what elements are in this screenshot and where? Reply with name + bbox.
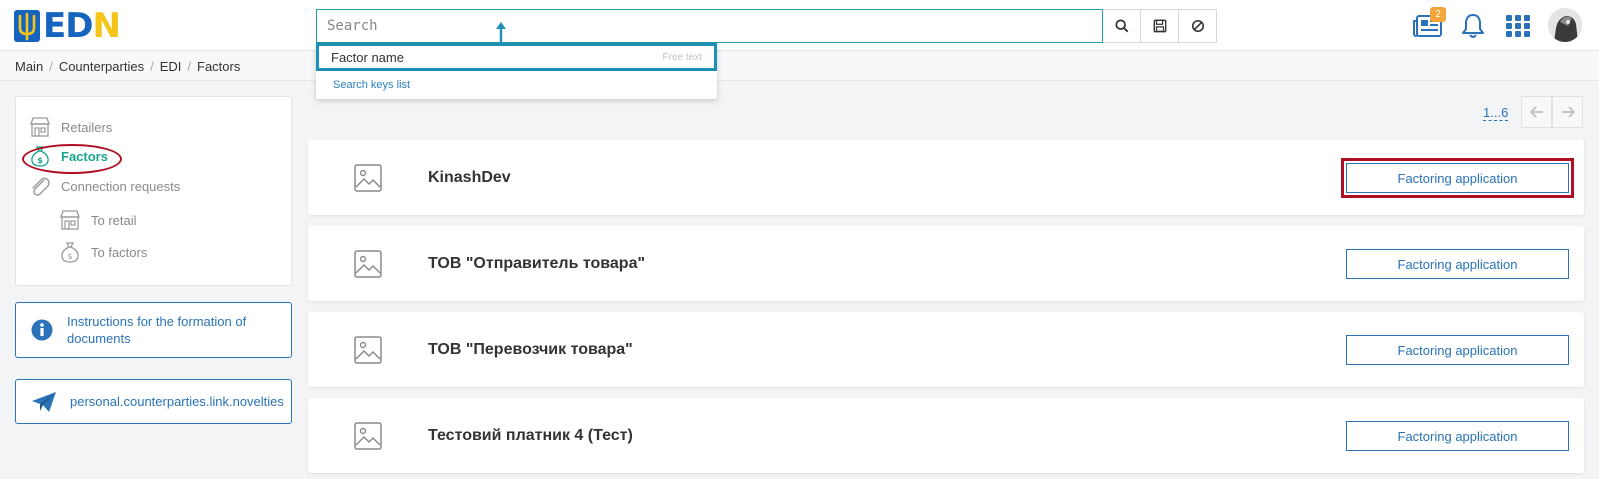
breadcrumb-separator: / — [150, 59, 154, 74]
sidebar-item-label: Connection requests — [61, 178, 181, 194]
factor-name: ТОВ "Отправитель товара" — [428, 254, 646, 272]
factor-name: ТОВ "Перевозчик товара" — [428, 340, 633, 358]
instructions-link[interactable]: Instructions for the formation of docume… — [15, 302, 292, 358]
store-icon — [60, 210, 80, 230]
notifications-badge: 2 — [1430, 7, 1446, 22]
button-highlight — [1341, 158, 1574, 198]
search-suggestion-factor-name[interactable]: Factor name Free text — [316, 43, 717, 71]
search-suggestions-dropdown: Factor name Free text Search keys list — [316, 43, 717, 99]
clear-search-button[interactable] — [1179, 9, 1217, 43]
sidebar-item-label: To factors — [91, 244, 148, 260]
factor-card: ТОВ "Отправитель товара" Factoring appli… — [308, 226, 1584, 301]
factoring-application-button[interactable]: Factoring application — [1346, 249, 1569, 279]
active-item-highlight — [22, 144, 122, 174]
breadcrumb-factors: Factors — [197, 59, 241, 74]
paper-plane-icon — [32, 391, 56, 412]
sidebar-item-retailers[interactable]: Retailers — [29, 116, 112, 138]
search-button[interactable] — [1103, 9, 1141, 43]
novelties-link[interactable]: personal.counterparties.link.novelties — [15, 379, 292, 424]
breadcrumb-edi[interactable]: EDI — [160, 59, 182, 74]
breadcrumb-main[interactable]: Main — [15, 59, 43, 74]
logo-text: EDN — [43, 6, 121, 46]
save-search-button[interactable] — [1141, 9, 1179, 43]
next-page-button[interactable] — [1552, 96, 1583, 128]
search-icon — [1114, 19, 1128, 33]
factor-card: Тестовий платник 4 (Тест) Factoring appl… — [308, 398, 1584, 473]
suggestion-label: Factor name — [331, 49, 404, 65]
arrow-right-icon — [1561, 106, 1575, 118]
trident-icon — [14, 10, 40, 42]
factor-name: Тестовий платник 4 (Тест) — [428, 426, 633, 444]
search-bar — [316, 9, 1217, 43]
avatar[interactable] — [1548, 8, 1582, 42]
factor-card: KinashDev Factoring application — [308, 140, 1584, 215]
ban-icon — [1191, 19, 1204, 33]
image-placeholder-icon — [354, 336, 382, 364]
user-avatar-icon — [1548, 8, 1582, 42]
sidebar-menu: Retailers $ Factors Connection requests … — [15, 96, 292, 286]
money-bag-icon: $ — [61, 242, 79, 263]
novelties-text: personal.counterparties.link.novelties — [70, 394, 284, 409]
prev-page-button[interactable] — [1521, 96, 1552, 128]
image-placeholder-icon — [354, 164, 382, 192]
factor-name: KinashDev — [428, 168, 511, 186]
svg-text:$: $ — [67, 252, 72, 261]
factoring-application-button[interactable]: Factoring application — [1346, 421, 1569, 451]
sidebar-item-to-factors[interactable]: $ To factors — [59, 241, 147, 263]
top-header: EDN 2 — [0, 0, 1599, 51]
breadcrumb-separator: / — [49, 59, 53, 74]
image-placeholder-icon — [354, 422, 382, 450]
sidebar-item-connection-requests[interactable]: Connection requests — [29, 175, 180, 197]
breadcrumb: Main / Counterparties / EDI / Factors — [15, 59, 240, 74]
instructions-text: Instructions for the formation of docume… — [67, 314, 247, 346]
breadcrumb-separator: / — [187, 59, 192, 74]
bell-icon[interactable] — [1461, 13, 1485, 39]
suggestion-hint: Free text — [662, 51, 702, 63]
breadcrumb-counterparties[interactable]: Counterparties — [59, 59, 144, 74]
search-input[interactable] — [316, 9, 1103, 43]
floppy-disk-icon — [1153, 19, 1166, 33]
paperclip-icon — [32, 177, 50, 196]
sidebar-item-to-retail[interactable]: To retail — [59, 209, 137, 231]
arrow-left-icon — [1529, 106, 1543, 118]
sidebar-item-label: Retailers — [61, 119, 113, 135]
apps-grid-icon[interactable] — [1506, 15, 1530, 37]
search-keys-list-link[interactable]: Search keys list — [333, 79, 410, 91]
arrow-up-icon — [496, 22, 506, 44]
pagination-range[interactable]: 1...6 — [1483, 105, 1509, 121]
edin-logo[interactable]: EDN — [14, 6, 121, 46]
breadcrumb-bar: Main / Counterparties / EDI / Factors — [0, 51, 1599, 81]
factor-card: ТОВ "Перевозчик товара" Factoring applic… — [308, 312, 1584, 387]
store-icon — [30, 117, 50, 137]
info-icon — [31, 319, 53, 341]
factoring-application-button[interactable]: Factoring application — [1346, 335, 1569, 365]
sidebar-item-label: To retail — [91, 212, 137, 228]
image-placeholder-icon — [354, 250, 382, 278]
